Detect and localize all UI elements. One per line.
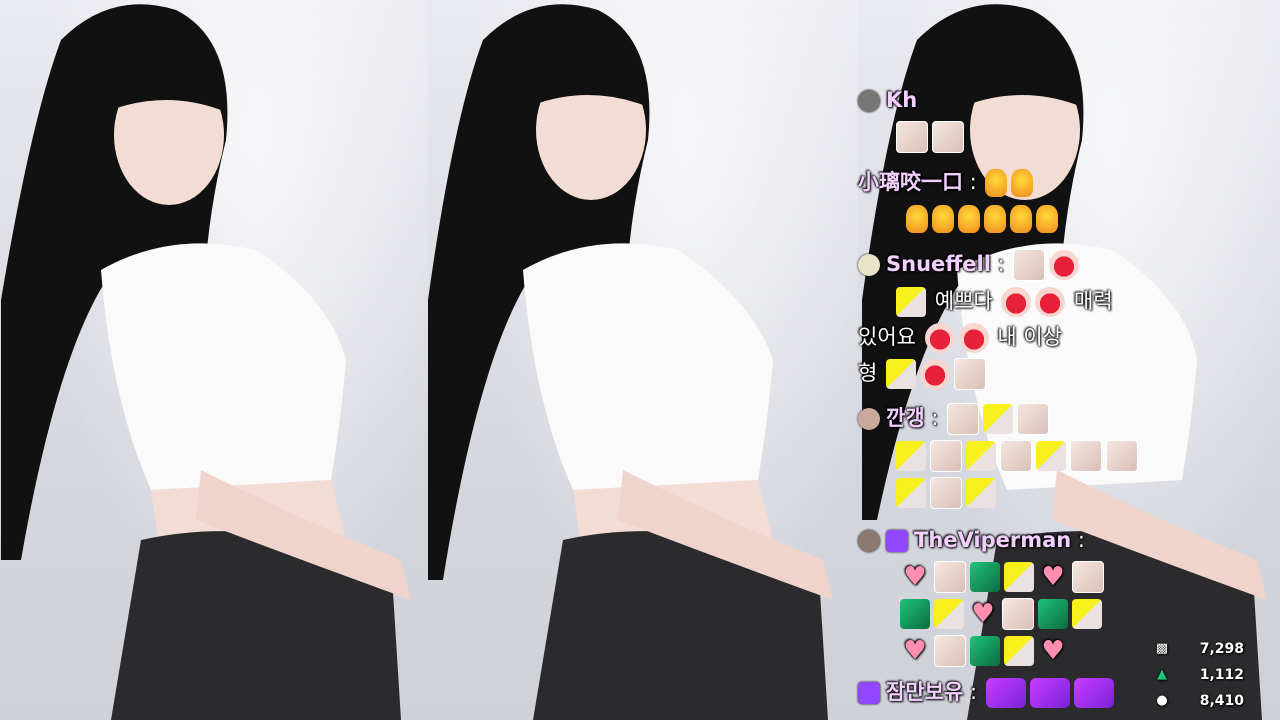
emote-gummy-bear-icon [958,205,980,233]
emote-heart-face-icon [1049,250,1080,280]
emote-yellow-icon [1004,636,1034,666]
subscriber-badge-icon [858,682,880,704]
emote-face-icon [934,561,966,593]
chat-text: 매력 [1074,289,1113,313]
emote-face-icon [1000,440,1032,472]
emote-heart-face-icon [924,323,955,353]
stat-bits: ▲ 1,112 [1154,662,1244,688]
emote-gummy-bear-icon [984,205,1006,233]
emote-face-icon [1013,249,1046,281]
chat-separator: : [963,680,984,704]
emote-gummy-bear-icon [985,169,1008,197]
chat-username: Kh [886,88,918,112]
chat-separator: : [924,406,946,430]
chat-username: Snueffell [886,252,991,276]
video-panel-left [0,0,428,720]
emote-yellow-icon [896,441,926,471]
emote-purple-icon [1029,678,1070,708]
chat-message: Kh [858,82,1158,155]
bits-icon: ▲ [1157,667,1167,682]
chat-message: 잠만보유 : [858,674,1158,710]
emote-yellow-icon [934,599,964,629]
streamer-figure-left [1,4,411,720]
emote-pink-heart-icon: ♥ [903,636,927,666]
stat-viewers: ● 8,410 [1154,688,1244,714]
chat-username: 小璃咬一口 [858,170,963,194]
emote-green-icon [900,599,930,629]
emote-face-icon [1070,440,1102,472]
user-badge-icon [858,254,880,276]
user-badge-icon [858,530,880,552]
emote-gummy-bear-icon [932,205,954,233]
chat-message: 깐갱 : [858,400,1158,511]
chat-username: 깐갱 [886,406,925,430]
emote-yellow-icon [1004,562,1034,592]
chat-message: Snueffell : 예쁘다 매력 있어요 내 이상 형 [858,246,1158,392]
emote-heart-face-icon [958,323,989,353]
chat-bubble-icon: ▩ [1155,641,1169,656]
emote-face-icon [1002,598,1034,630]
emote-green-icon [970,636,1000,666]
emote-face-icon [1072,561,1104,593]
emote-yellow-icon [966,441,996,471]
viewer-person-icon: ● [1156,693,1168,708]
emote-heart-face-icon [1035,287,1066,317]
subscriber-badge-icon [886,530,908,552]
chat-username: TheViperman [914,528,1072,552]
emote-heart-face-icon [1001,287,1032,317]
emote-face-icon [947,403,980,435]
stat-value: 7,298 [1199,641,1244,657]
chat-text: 형 [858,361,878,385]
emote-pink-heart-icon: ♥ [1041,562,1065,592]
emote-face-icon [930,477,962,509]
emote-face-icon [934,635,966,667]
chat-username: 잠만보유 [886,680,964,704]
emote-gummy-bear-icon [1011,169,1034,197]
chat-message: 小璃咬一口 : [858,164,1158,236]
emote-yellow-icon [896,287,926,317]
video-panel-center [428,0,858,720]
emote-face-icon [1017,403,1050,435]
chat-message: TheViperman : ♥ ♥ ♥ ♥ ♥ [858,522,1158,669]
stat-value: 8,410 [1199,693,1244,709]
emote-purple-icon [985,678,1026,708]
emote-pink-heart-icon: ♥ [1041,636,1065,666]
emote-gummy-bear-icon [1010,205,1032,233]
emote-purple-icon [1073,678,1114,708]
emote-face-icon [1106,440,1138,472]
chat-text: 예쁘다 [934,289,993,313]
emote-green-icon [1038,599,1068,629]
chat-text: 내 이상 [997,325,1062,349]
stat-value: 1,112 [1199,667,1244,683]
emote-gummy-bear-icon [906,205,928,233]
emote-pink-heart-icon: ♥ [971,599,995,629]
streamer-figure-center [428,4,833,720]
emote-green-icon [970,562,1000,592]
emote-yellow-icon [886,359,917,389]
chat-separator: : [963,170,984,194]
user-badge-icon [858,90,880,112]
emote-yellow-icon [1036,441,1066,471]
emote-yellow-icon [896,478,926,508]
stream-stats: ▩ 7,298 ▲ 1,112 ● 8,410 [1154,636,1244,714]
emote-yellow-icon [1072,599,1102,629]
chat-text: 있어요 [858,325,916,349]
user-badge-icon [858,408,880,430]
emote-yellow-icon [966,478,996,508]
stat-chat-count: ▩ 7,298 [1154,636,1244,662]
emote-pink-heart-icon: ♥ [903,562,927,592]
emote-gummy-bear-icon [1036,205,1058,233]
chat-overlay: Kh 小璃咬一口 : Snueffell : 예쁘다 매력 있어요 내 이상 형… [858,0,1158,720]
emote-yellow-icon [983,404,1014,434]
emote-face-icon [932,121,964,153]
chat-separator: : [1071,528,1085,552]
emote-face-icon [896,121,928,153]
chat-separator: : [990,252,1012,276]
emote-face-icon [930,440,962,472]
emote-face-icon [954,358,987,390]
emote-heart-face-icon [920,359,951,389]
